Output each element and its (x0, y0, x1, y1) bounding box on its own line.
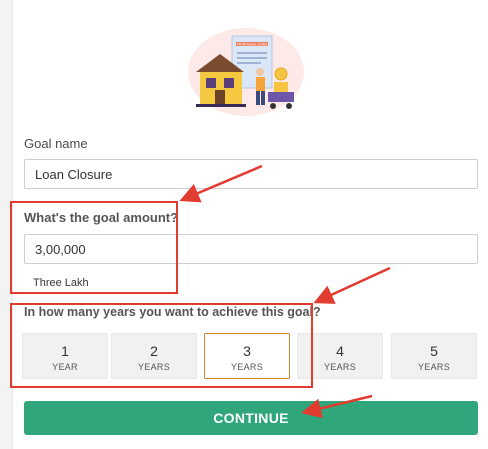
house-loan-illustration-icon: MORTGAGE LOAN (188, 28, 304, 116)
annotation-box-goal-amount (10, 201, 178, 294)
year-option-5[interactable]: 5 YEARS (391, 333, 477, 379)
goal-name-field[interactable]: Loan Closure (24, 159, 478, 189)
mortgage-sign-text: MORTGAGE LOAN (237, 43, 267, 47)
year-option-number: 5 (430, 343, 438, 359)
goal-name-label: Goal name (24, 136, 88, 151)
year-option-unit: YEARS (417, 362, 450, 372)
annotation-box-years (10, 303, 313, 388)
continue-button[interactable]: CONTINUE (24, 401, 478, 435)
